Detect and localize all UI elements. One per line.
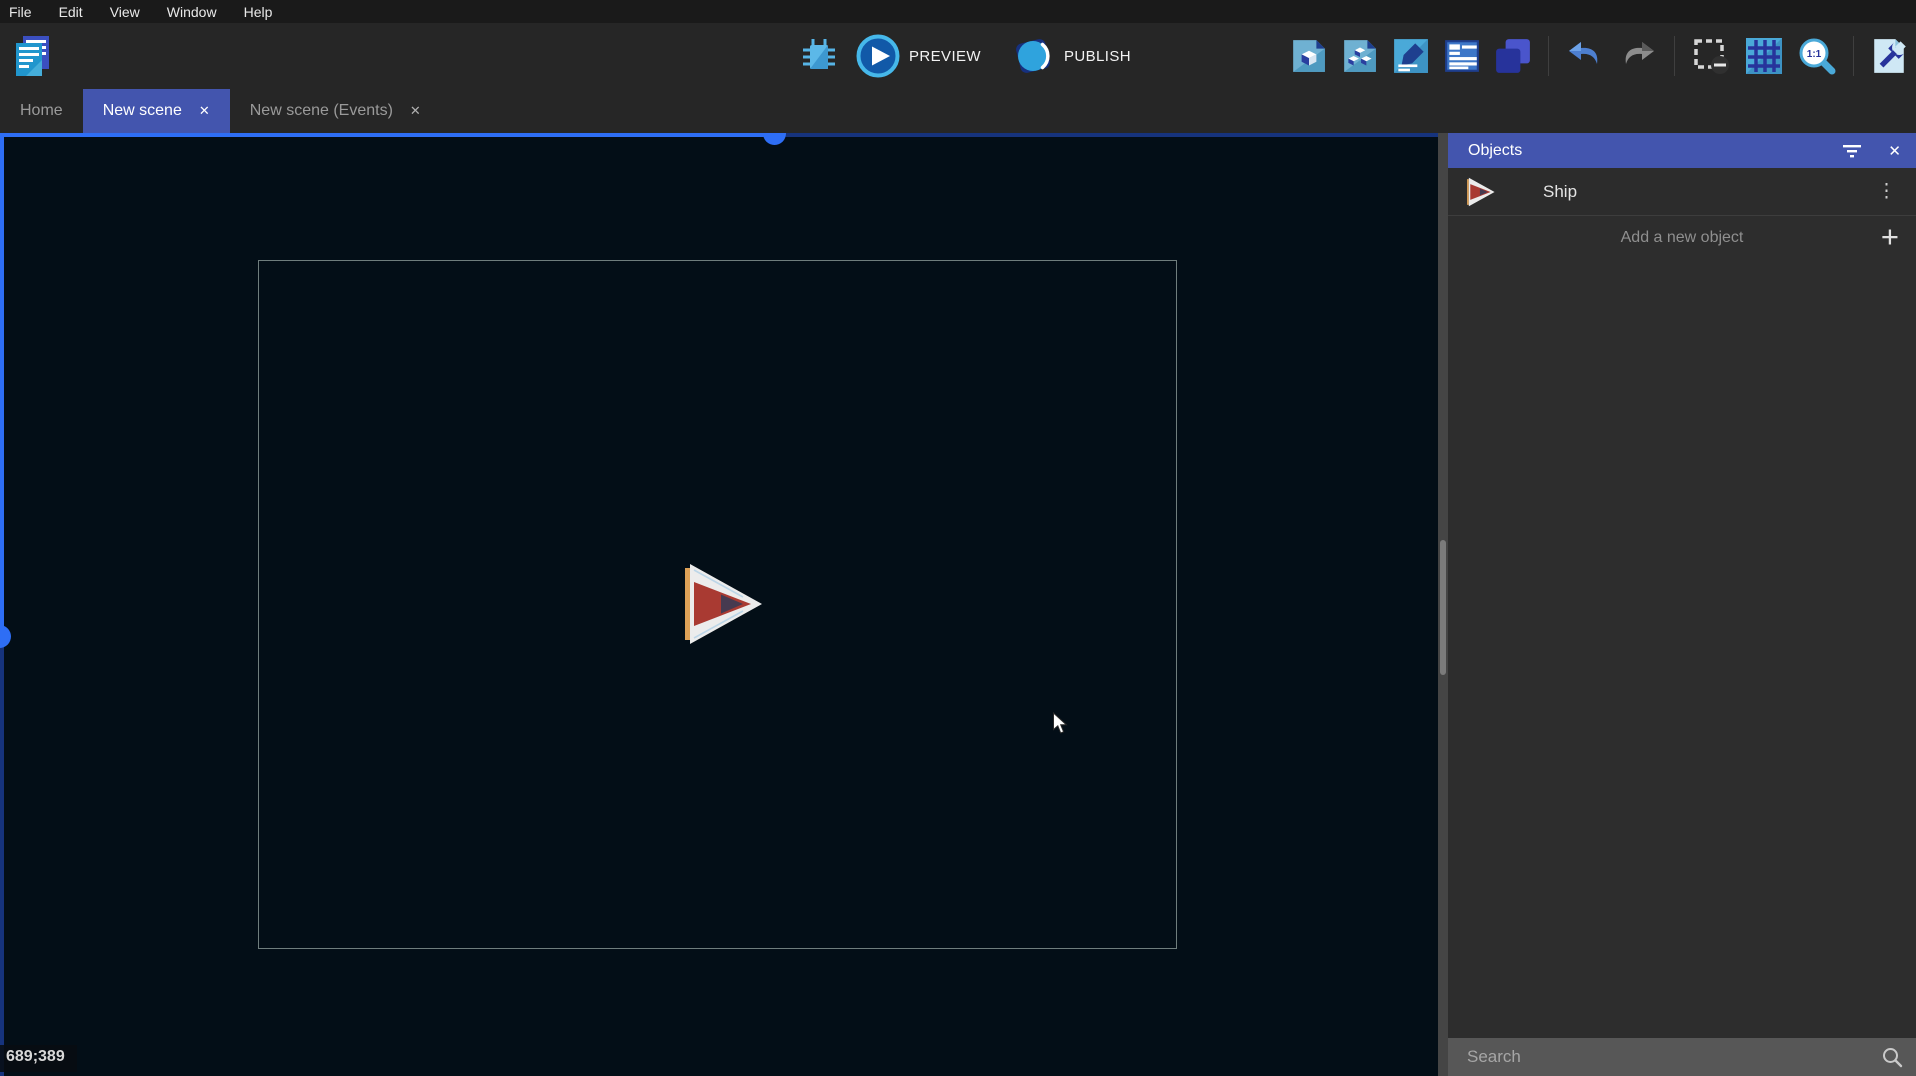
open-object-groups-icon[interactable]	[1341, 37, 1379, 75]
object-name-label: Ship	[1543, 182, 1871, 202]
menu-view[interactable]: View	[110, 4, 140, 20]
vertical-scrollbar-track[interactable]	[0, 637, 4, 1076]
vertical-scrollbar-track[interactable]	[0, 133, 4, 637]
close-icon[interactable]: ✕	[1888, 142, 1901, 160]
tab-label: New scene	[103, 102, 182, 120]
object-menu-icon[interactable]: ⋮	[1871, 180, 1902, 203]
tab-close-icon[interactable]: ✕	[410, 103, 421, 119]
add-new-object-button[interactable]: Add a new object +	[1448, 216, 1916, 259]
tab-close-icon[interactable]: ✕	[199, 103, 210, 119]
preview-label: PREVIEW	[909, 48, 981, 65]
editor-tab-bar: Home New scene ✕ New scene (Events) ✕	[0, 89, 1916, 133]
tab-label: Home	[20, 102, 63, 120]
main-toolbar: PREVIEW PUBLISH	[0, 23, 1916, 89]
ship-sprite-instance[interactable]	[685, 562, 763, 646]
svg-text:1:1: 1:1	[1807, 49, 1822, 60]
object-list-item-ship[interactable]: Ship ⋮	[1448, 168, 1916, 216]
preview-play-icon	[856, 34, 900, 78]
panel-splitter-handle[interactable]	[1440, 540, 1446, 675]
edit-scene-properties-icon[interactable]	[1870, 37, 1908, 75]
publish-globe-icon	[1011, 34, 1055, 78]
horizontal-scrollbar-handle[interactable]	[763, 133, 786, 145]
open-instances-list-icon[interactable]	[1443, 37, 1481, 75]
mouse-cursor	[1052, 712, 1069, 740]
menu-window[interactable]: Window	[167, 4, 217, 20]
toolbar-separator	[1674, 36, 1675, 76]
clear-selection-icon[interactable]	[1691, 36, 1731, 76]
objects-search-input[interactable]	[1467, 1047, 1881, 1067]
panel-splitter	[1438, 133, 1448, 1076]
horizontal-scrollbar-track[interactable]	[775, 133, 1438, 137]
objects-panel-empty-area	[1448, 259, 1916, 1038]
tab-home[interactable]: Home	[0, 89, 83, 133]
tab-label: New scene (Events)	[250, 102, 393, 120]
toggle-grid-icon[interactable]	[1744, 36, 1784, 76]
menu-file[interactable]: File	[9, 4, 32, 20]
menu-bar: File Edit View Window Help	[0, 0, 1916, 23]
menu-edit[interactable]: Edit	[59, 4, 83, 20]
filter-icon[interactable]	[1842, 143, 1862, 159]
publish-button[interactable]: PUBLISH	[1011, 34, 1131, 78]
toolbar-separator	[1853, 36, 1854, 76]
menu-help[interactable]: Help	[244, 4, 273, 20]
redo-icon[interactable]	[1618, 36, 1658, 76]
undo-icon[interactable]	[1565, 36, 1605, 76]
objects-panel-title: Objects	[1468, 142, 1816, 160]
zoom-original-icon[interactable]: 1:1	[1797, 36, 1837, 76]
ship-object-thumbnail-icon	[1466, 177, 1496, 207]
gdevelop-window: File Edit View Window Help	[0, 0, 1916, 1076]
scene-editor-canvas[interactable]: 689;389	[0, 133, 1438, 1076]
objects-search-bar	[1448, 1038, 1916, 1076]
open-layers-icon[interactable]	[1494, 37, 1532, 75]
objects-panel: Objects ✕ Ship ⋮	[1448, 133, 1916, 1076]
search-icon	[1881, 1046, 1903, 1068]
objects-panel-header: Objects ✕	[1448, 133, 1916, 168]
tab-new-scene[interactable]: New scene ✕	[83, 89, 230, 133]
project-manager-icon[interactable]	[12, 34, 52, 83]
preview-button[interactable]: PREVIEW	[856, 34, 981, 78]
plus-icon: +	[1881, 218, 1899, 256]
publish-label: PUBLISH	[1064, 48, 1131, 65]
open-objects-panel-icon[interactable]	[1290, 37, 1328, 75]
cursor-coordinates-label: 689;389	[0, 1045, 77, 1072]
horizontal-scrollbar-track[interactable]	[0, 133, 775, 137]
debug-icon[interactable]	[798, 35, 840, 77]
open-properties-icon[interactable]	[1392, 37, 1430, 75]
tab-new-scene-events[interactable]: New scene (Events) ✕	[230, 89, 441, 133]
toolbar-separator	[1548, 36, 1549, 76]
add-new-object-label: Add a new object	[1621, 229, 1744, 247]
vertical-scrollbar-handle[interactable]	[0, 625, 11, 648]
